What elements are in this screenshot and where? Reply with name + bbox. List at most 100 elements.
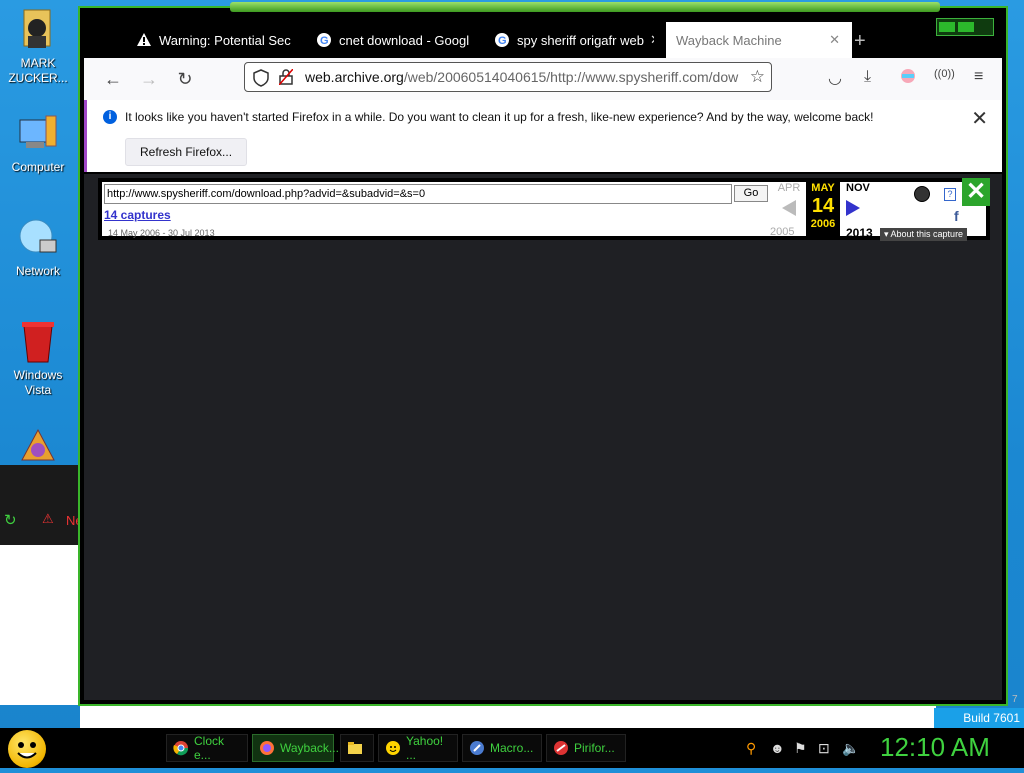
help-icon[interactable]: ?	[944, 188, 956, 201]
taskbar-item-label: Wayback...	[280, 741, 339, 755]
back-button[interactable]: ←	[102, 68, 124, 90]
desktop-icon-label: Computer	[11, 160, 65, 174]
reload-button[interactable]: ↻	[174, 68, 196, 90]
download-icon[interactable]: ⤓	[864, 68, 871, 86]
go-button[interactable]: Go	[734, 185, 768, 202]
about-capture-button[interactable]: ▾ About this capture	[880, 228, 968, 241]
next-capture-arrow[interactable]	[846, 200, 860, 216]
url-bar[interactable]: web.archive.org/web/20060514040615/http:…	[244, 62, 772, 92]
next-month-label: NOV	[846, 182, 870, 194]
refresh-firefox-button[interactable]: Refresh Firefox...	[125, 138, 248, 166]
taskbar-item-piriform[interactable]: Pirifor...	[546, 734, 626, 762]
current-capture-date: MAY 14 2006	[806, 178, 840, 240]
tab-label: cnet download - Googl	[339, 32, 470, 48]
prev-month-label: APR	[777, 182, 801, 194]
warning-icon	[136, 32, 152, 48]
user-account-icon[interactable]	[914, 186, 930, 202]
start-button[interactable]	[8, 730, 46, 768]
svg-text:G: G	[320, 35, 329, 47]
tab-warning[interactable]: Warning: Potential Sec ✕	[136, 22, 298, 58]
next-year-label[interactable]: 2013	[846, 226, 873, 240]
volume-icon[interactable]: 🔈	[842, 740, 859, 757]
tab-label: spy sheriff origafr web	[517, 32, 644, 48]
close-icon[interactable]: ✕	[297, 32, 298, 48]
insecure-lock-icon	[278, 68, 294, 90]
close-icon[interactable]: ✕	[829, 32, 840, 48]
folder-icon	[347, 740, 363, 756]
background-window: ↻ ⚠ Ne	[0, 465, 83, 545]
prev-year-label[interactable]: 2005	[770, 226, 794, 238]
build-label: Build 7601	[934, 708, 1024, 728]
url-path: /web/20060514040615/http://www.spysherif…	[403, 69, 739, 85]
search-icon[interactable]: ⚲	[746, 740, 756, 757]
background-window-bar: ↻ ⚠ Ne	[0, 505, 83, 535]
user-icon	[16, 8, 60, 52]
desktop-icon-user[interactable]: MARK ZUCKER...	[0, 8, 76, 86]
current-year: 2006	[810, 218, 836, 230]
chrome-icon	[173, 740, 189, 756]
shield-icon	[253, 69, 269, 92]
desktop-icon-label: MARK ZUCKER...	[8, 56, 68, 85]
action-center-icon[interactable]: ⚑	[794, 740, 807, 757]
extension-icon[interactable]	[900, 68, 916, 89]
pocket-icon[interactable]: ◡	[828, 68, 842, 88]
edge-number: 7	[1012, 694, 1018, 705]
tab-spy-sheriff[interactable]: G spy sheriff origafr web ✕	[494, 22, 654, 58]
close-notification-button[interactable]: ✕	[971, 106, 988, 131]
bookmark-star-icon[interactable]: ☆	[750, 67, 765, 87]
window-bottom-strip	[80, 706, 936, 728]
desktop-icon-network[interactable]: Network	[0, 216, 76, 279]
desktop-icon-label: Network	[15, 264, 60, 278]
close-icon[interactable]: ✕	[650, 32, 654, 48]
current-day: 14	[811, 195, 835, 217]
nav-bar: ← → ↻ web.archive.org/web/20060514040615…	[84, 58, 1002, 100]
google-icon: G	[494, 32, 510, 48]
desktop-icon-recycle-bin[interactable]: Windows Vista	[0, 320, 76, 398]
notification-bar: i It looks like you haven't started Fire…	[84, 100, 1002, 172]
network-icon	[16, 216, 60, 260]
taskbar: Clock e... Wayback... Yahoo! ... Macro..…	[0, 728, 1024, 768]
messenger-icon[interactable]: ☻	[770, 740, 785, 756]
window-controls[interactable]	[936, 18, 994, 36]
network-tray-icon[interactable]: ⊡	[818, 740, 830, 757]
taskbar-item-label: Clock e...	[194, 734, 225, 762]
prev-capture-arrow[interactable]	[782, 200, 796, 216]
reload-icon: ↻	[4, 512, 17, 529]
taskbar-item-label: Macro...	[490, 741, 534, 755]
extension-counter-icon[interactable]: ((0))	[934, 68, 955, 80]
forward-button[interactable]: →	[138, 68, 160, 90]
taskbar-clock[interactable]: 12:10 AM	[880, 732, 990, 763]
taskbar-item-label: Pirifor...	[574, 741, 615, 755]
taskbar-item-yahoo[interactable]: Yahoo! ...	[378, 734, 458, 762]
macro-icon	[469, 740, 485, 756]
computer-icon	[16, 112, 60, 156]
taskbar-item-clock[interactable]: Clock e...	[166, 734, 248, 762]
captures-link[interactable]: 14 captures	[104, 208, 171, 222]
tab-cnet-download[interactable]: G cnet download - Googl ✕	[316, 22, 474, 58]
warning-icon: ⚠	[42, 511, 54, 526]
info-icon: i	[103, 110, 117, 124]
app-icon	[16, 424, 60, 468]
taskbar-item-wayback[interactable]: Wayback...	[252, 734, 339, 762]
taskbar-item-macro[interactable]: Macro...	[462, 734, 542, 762]
notification-message: It looks like you haven't started Firefo…	[125, 110, 874, 124]
page-content: Go 14 captures 14 May 2006 - 30 Jul 2013…	[84, 174, 1002, 700]
new-tab-button[interactable]: +	[854, 30, 866, 53]
yahoo-icon	[385, 740, 401, 756]
browser-window: Warning: Potential Sec ✕ G cnet download…	[78, 2, 1008, 706]
piriform-icon	[553, 740, 569, 756]
svg-text:G: G	[498, 35, 507, 47]
background-window-body	[0, 545, 80, 705]
window-top-accent	[230, 2, 940, 12]
capture-date-range: 14 May 2006 - 30 Jul 2013	[108, 228, 215, 238]
url-text: web.archive.org/web/20060514040615/http:…	[305, 69, 741, 85]
tab-strip: Warning: Potential Sec ✕ G cnet download…	[84, 12, 1002, 58]
close-toolbar-button[interactable]: ✕	[962, 178, 990, 206]
facebook-icon[interactable]: f	[954, 208, 959, 224]
desktop-icon-computer[interactable]: Computer	[0, 112, 76, 175]
google-icon: G	[316, 32, 332, 48]
taskbar-item-folder[interactable]	[340, 734, 374, 762]
menu-icon[interactable]: ≡	[974, 68, 983, 86]
wayback-url-input[interactable]	[104, 184, 732, 204]
tab-wayback-machine[interactable]: Wayback Machine ✕	[666, 22, 852, 58]
